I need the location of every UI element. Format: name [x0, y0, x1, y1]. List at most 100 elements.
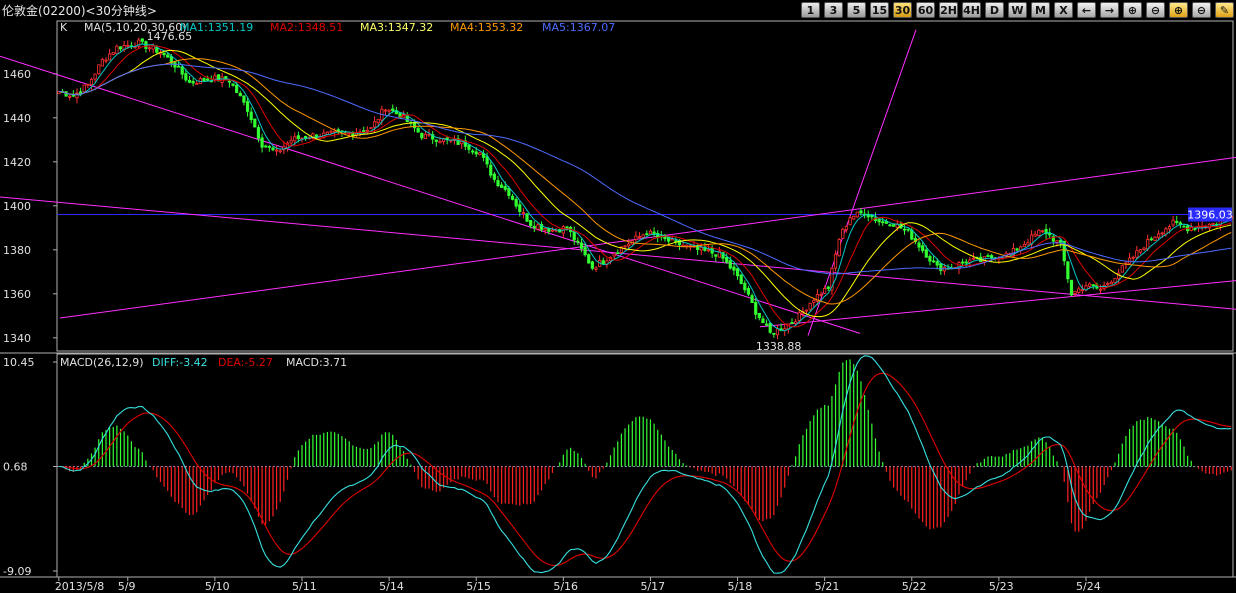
candle — [768, 322, 772, 334]
candle-body — [855, 211, 859, 218]
x-tick-label: 5/15 — [466, 580, 491, 593]
candle-body — [140, 38, 144, 42]
candle-body — [892, 224, 896, 227]
candle-body — [823, 287, 827, 294]
candle — [532, 221, 536, 232]
candle — [1142, 246, 1146, 252]
candle-body — [372, 121, 377, 128]
dea-line — [58, 372, 1232, 566]
candle-body — [939, 263, 943, 271]
candle — [314, 134, 319, 139]
candle — [598, 255, 602, 268]
candle-body — [808, 302, 812, 310]
candle-body — [1146, 239, 1150, 250]
candle-body — [238, 92, 242, 97]
candle — [1124, 261, 1128, 270]
candle-body — [126, 44, 130, 47]
ma4-line — [58, 58, 1232, 305]
candle-body — [924, 249, 928, 258]
last-price-label: 1396.03 — [1187, 209, 1233, 222]
candle — [202, 77, 206, 82]
candle-body — [271, 147, 275, 151]
candle-body — [82, 84, 86, 93]
candle — [115, 44, 119, 55]
candle-body — [510, 195, 515, 200]
candle — [910, 226, 914, 241]
x-tick-label: 5/21 — [815, 580, 840, 593]
candle-body — [496, 180, 500, 187]
candle-body — [971, 257, 976, 260]
candle — [775, 324, 780, 340]
candle — [492, 171, 496, 183]
candle — [921, 242, 925, 254]
candle-body — [1135, 250, 1139, 258]
candle — [844, 225, 849, 233]
candle-body — [467, 144, 471, 150]
x-tick-label: 5/22 — [902, 580, 927, 593]
x-tick-label: 5/9 — [118, 580, 136, 593]
candle-body — [706, 249, 711, 252]
candle-body — [489, 164, 493, 176]
candle — [140, 38, 144, 45]
candle — [1026, 238, 1030, 246]
candle — [979, 252, 983, 263]
candle — [496, 175, 500, 188]
x-tick-label: 5/16 — [553, 580, 578, 593]
candle — [746, 285, 751, 297]
ma4-legend: MA4:1353.32 — [450, 21, 523, 34]
candle — [1120, 265, 1124, 273]
candle — [510, 193, 515, 201]
candle — [1175, 215, 1179, 226]
candle — [71, 90, 75, 98]
candle-body — [757, 312, 761, 319]
candle-body — [180, 66, 184, 75]
candle — [118, 46, 123, 52]
candle — [478, 151, 482, 156]
candle-body — [100, 59, 104, 67]
candle-body — [1022, 243, 1026, 247]
candle — [1135, 245, 1139, 259]
candle — [1113, 278, 1117, 283]
candle-body — [1098, 288, 1103, 291]
candle — [137, 37, 141, 49]
candle-body — [881, 221, 885, 224]
candle-body — [151, 45, 155, 50]
candle — [416, 126, 420, 133]
candle-body — [754, 301, 758, 315]
diff-legend: DIFF:-3.42 — [152, 356, 208, 369]
candle-body — [227, 80, 232, 83]
candle-body — [884, 221, 888, 224]
candle-body — [735, 268, 740, 277]
candle-body — [1127, 257, 1132, 264]
candle — [928, 254, 932, 266]
ma5-line — [58, 63, 1232, 275]
ma3-legend: MA3:1347.32 — [360, 21, 433, 34]
candle-body — [990, 255, 994, 259]
candle-body — [187, 79, 192, 83]
candle-body — [195, 83, 199, 85]
candle — [311, 132, 315, 140]
macd-y-tick-label: -9.09 — [3, 565, 31, 578]
candle-body — [917, 242, 921, 248]
candle-body — [1055, 240, 1059, 243]
candle-body — [507, 187, 511, 196]
candle-body — [470, 150, 475, 153]
candle — [1066, 260, 1070, 284]
candle-body — [260, 137, 264, 148]
candle — [1029, 230, 1034, 250]
candle-body — [794, 321, 798, 324]
candle — [383, 108, 388, 116]
candle — [648, 229, 653, 235]
candle — [75, 88, 79, 104]
candle — [888, 223, 892, 227]
candle-body — [587, 254, 591, 264]
candle — [521, 208, 526, 219]
candle-body — [1113, 278, 1117, 283]
candle-body — [764, 323, 769, 326]
candle — [129, 41, 134, 50]
x-tick-label: 5/10 — [205, 580, 230, 593]
candle-body — [108, 53, 112, 61]
candle-body — [162, 52, 166, 56]
ma1-line — [58, 43, 1232, 332]
candle — [274, 144, 279, 156]
